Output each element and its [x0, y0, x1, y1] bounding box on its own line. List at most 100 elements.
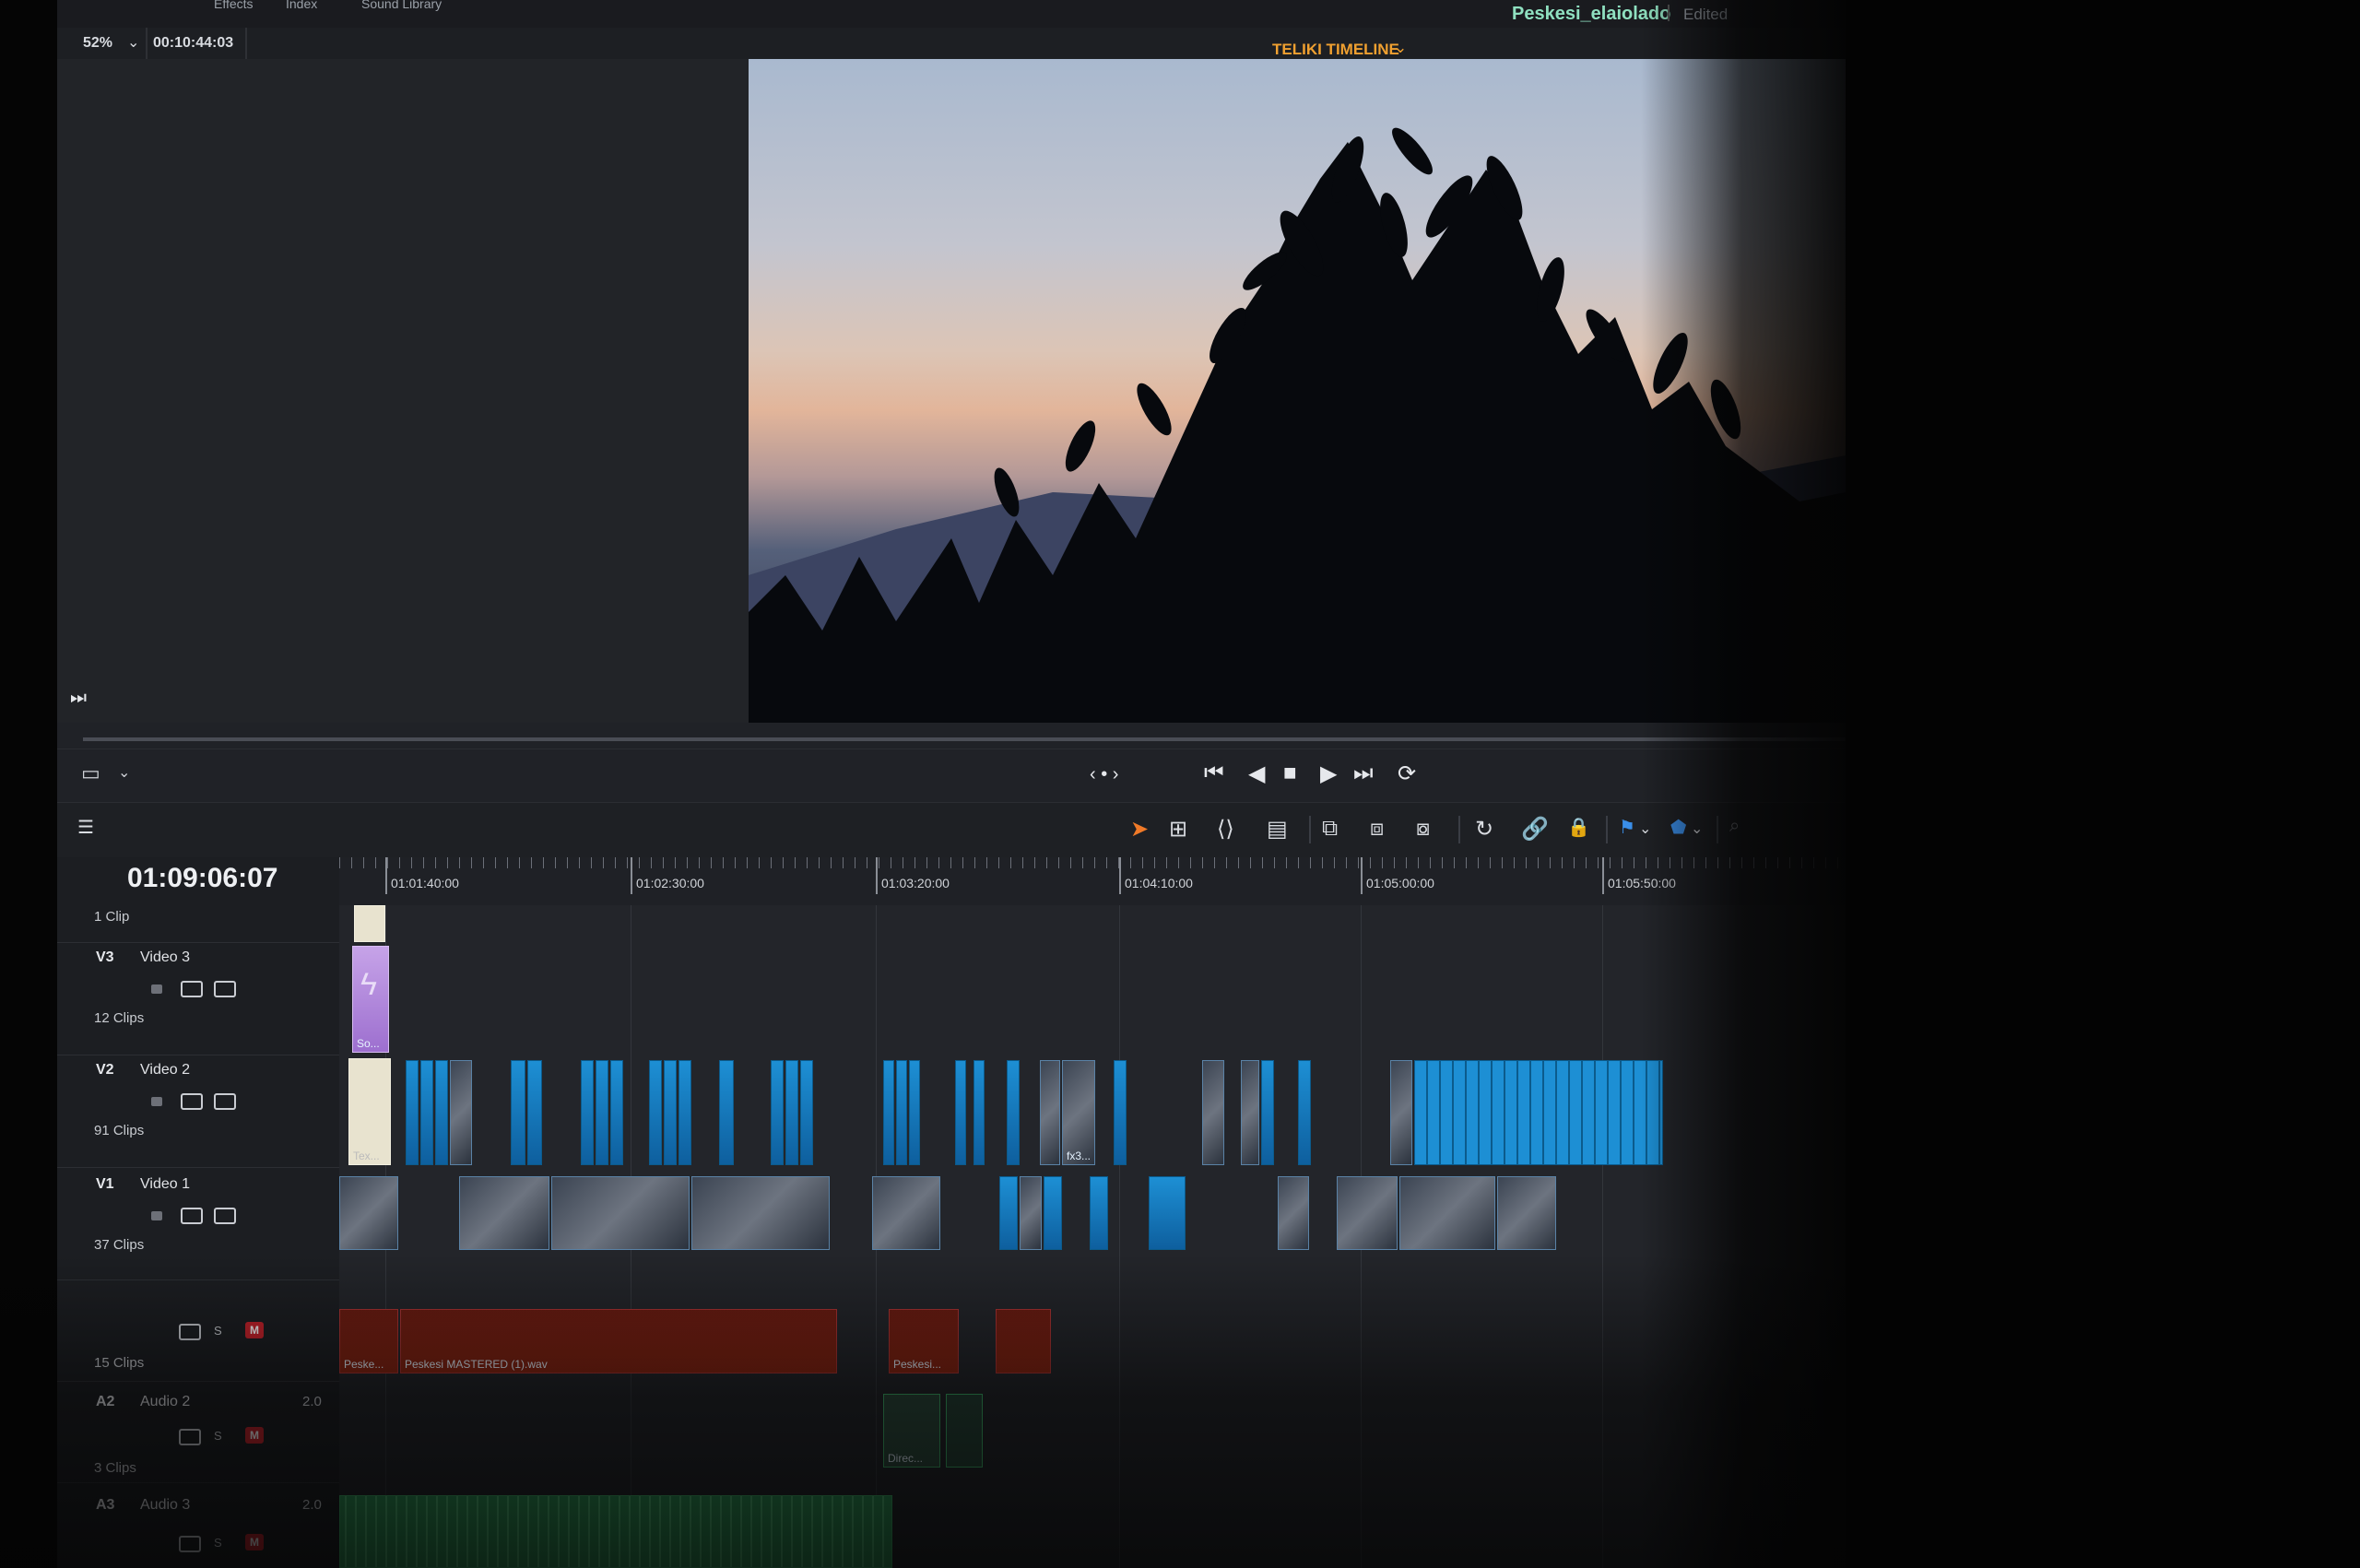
track-header-v3[interactable]: V3 Video 3 12 Clips [57, 942, 339, 1055]
timeline-chevron-down-icon[interactable]: ⌄ [1394, 39, 1407, 57]
go-to-start-icon[interactable]: ⏮ [1204, 760, 1224, 786]
timeline-clip[interactable] [1261, 1060, 1274, 1165]
timeline-clip[interactable] [678, 1060, 691, 1165]
track-enable-icon[interactable] [214, 981, 236, 997]
timeline-clip[interactable] [1337, 1176, 1398, 1250]
timeline-clip[interactable] [909, 1060, 920, 1165]
timeline-clip[interactable] [354, 905, 385, 942]
timeline-clip[interactable] [1007, 1060, 1020, 1165]
timeline-clip[interactable] [691, 1176, 830, 1250]
track-auto-select-icon[interactable] [181, 981, 203, 997]
timeline-clip[interactable] [785, 1060, 798, 1165]
mute-button[interactable]: M [245, 1322, 264, 1338]
track-header-a1[interactable]: S M 15 Clips [57, 1298, 339, 1382]
audio-clip[interactable] [946, 1394, 983, 1468]
timeline-clip[interactable] [339, 1176, 398, 1250]
selection-arrow-icon[interactable]: ➤ [1130, 816, 1149, 843]
timeline-clip[interactable] [459, 1176, 549, 1250]
timeline-clip[interactable] [581, 1060, 594, 1165]
track-lock-icon[interactable] [151, 984, 162, 994]
timeline-clip[interactable] [1298, 1060, 1311, 1165]
timeline-clip[interactable] [771, 1060, 784, 1165]
jog-control-icon[interactable]: ‹ • › [1090, 764, 1118, 785]
timeline-clip[interactable] [1278, 1176, 1309, 1250]
timeline-clip[interactable] [527, 1060, 542, 1165]
marker-chevron-down-icon[interactable]: ⌄ [1691, 819, 1703, 838]
timeline-clip[interactable] [1090, 1176, 1108, 1250]
timeline-clip[interactable] [719, 1060, 734, 1165]
audio-clip[interactable]: Peske... [339, 1309, 398, 1373]
timeline-clip[interactable] [1114, 1060, 1127, 1165]
zoom-timeline-icon[interactable]: ⌕ [1729, 816, 1740, 837]
loop-icon[interactable]: ⟳ [1398, 760, 1416, 787]
track-auto-select-icon[interactable] [181, 1208, 203, 1224]
timeline-clip[interactable] [610, 1060, 623, 1165]
timeline-clip[interactable] [1202, 1060, 1224, 1165]
timeline-clip[interactable] [896, 1060, 907, 1165]
track-auto-select-icon[interactable] [181, 1093, 203, 1110]
mute-button[interactable]: M [245, 1427, 264, 1444]
timeline-clip[interactable] [450, 1060, 472, 1165]
audio-clip[interactable] [996, 1309, 1051, 1373]
timeline-clip-group[interactable] [1414, 1060, 1663, 1165]
audio-clip[interactable]: Direc... [883, 1394, 940, 1468]
solo-button[interactable]: S [214, 1429, 222, 1443]
timeline-clip[interactable] [406, 1060, 419, 1165]
timeline-name[interactable]: TELIKI TIMELINE [1272, 41, 1399, 59]
insert-clip-icon[interactable]: ⧉ [1322, 816, 1338, 842]
flag-icon[interactable]: ⚑ [1619, 816, 1635, 839]
timeline-clip-generator[interactable]: ϟ So... [352, 946, 389, 1053]
timeline-clip[interactable] [435, 1060, 448, 1165]
stop-icon[interactable]: ■ [1283, 760, 1297, 786]
dynamic-trim-icon[interactable]: ⟨⟩ [1217, 816, 1234, 843]
mute-button[interactable]: M [245, 1534, 264, 1550]
timeline-clip[interactable] [1497, 1176, 1556, 1250]
timeline-tracks[interactable]: ϟ So... Tex... fx3... Peske... Peskesi M… [339, 905, 1846, 1568]
timeline-clip-fx[interactable]: fx3... [1062, 1060, 1095, 1165]
timeline-clip[interactable] [1044, 1176, 1062, 1250]
track-header-a3[interactable]: A3 Audio 3 2.0 S M [57, 1486, 339, 1568]
timeline-clip[interactable] [800, 1060, 813, 1165]
marker-icon[interactable]: ⬟ [1670, 816, 1686, 839]
timeline-clip[interactable] [1390, 1060, 1412, 1165]
timeline-clip[interactable] [511, 1060, 525, 1165]
timeline-clip[interactable] [1149, 1176, 1186, 1250]
track-enable-icon[interactable] [214, 1208, 236, 1224]
zoom-chevron-down-icon[interactable]: ⌄ [127, 33, 139, 52]
tab-sound-library[interactable]: Sound Library [361, 0, 442, 11]
linked-selection-icon[interactable]: 🔗 [1521, 816, 1549, 843]
play-reverse-icon[interactable]: ◀ [1248, 760, 1265, 787]
timeline-clip[interactable] [551, 1176, 690, 1250]
track-auto-select-icon[interactable] [179, 1324, 201, 1340]
skip-to-end-icon[interactable]: ⏭ [70, 688, 87, 709]
timeline-clip[interactable] [1040, 1060, 1060, 1165]
audio-clip-waveform[interactable] [339, 1495, 892, 1568]
timeline-clip[interactable] [872, 1176, 940, 1250]
timeline-clip-text[interactable]: Tex... [348, 1058, 391, 1165]
timeline-clip[interactable] [883, 1060, 894, 1165]
viewer-scrubber[interactable] [83, 737, 1846, 741]
timeline-clip[interactable] [649, 1060, 662, 1165]
blade-icon[interactable]: ▤ [1267, 816, 1288, 843]
snapping-icon[interactable]: ↻ [1475, 816, 1493, 843]
timeline-clip[interactable] [974, 1060, 985, 1165]
solo-button[interactable]: S [214, 1324, 222, 1338]
solo-button[interactable]: S [214, 1536, 222, 1550]
tab-effects[interactable]: Effects [214, 0, 254, 11]
track-header-v1[interactable]: V1 Video 1 37 Clips [57, 1167, 339, 1280]
timeline-clip[interactable] [596, 1060, 608, 1165]
timeline-clip[interactable] [664, 1060, 677, 1165]
viewer-mode-icon[interactable]: ▭ [81, 761, 100, 785]
track-header-v2[interactable]: V2 Video 2 91 Clips [57, 1055, 339, 1168]
audio-clip[interactable]: Peskesi... [889, 1309, 959, 1373]
track-auto-select-icon[interactable] [179, 1536, 201, 1552]
track-lock-icon[interactable] [151, 1097, 162, 1106]
viewer-mode-chevron-down-icon[interactable]: ⌄ [118, 763, 130, 782]
audio-clip[interactable]: Peskesi MASTERED (1).wav [400, 1309, 837, 1373]
timeline-ruler[interactable]: 01:01:40:00 01:02:30:00 01:03:20:00 01:0… [339, 857, 1846, 906]
track-lock-icon[interactable] [151, 1211, 162, 1220]
timeline-clip[interactable] [999, 1176, 1018, 1250]
zoom-level[interactable]: 52% [83, 35, 112, 52]
trim-edit-icon[interactable]: ⊞ [1169, 816, 1187, 843]
track-header-a2[interactable]: A2 Audio 2 2.0 S M 3 Clips [57, 1383, 339, 1483]
